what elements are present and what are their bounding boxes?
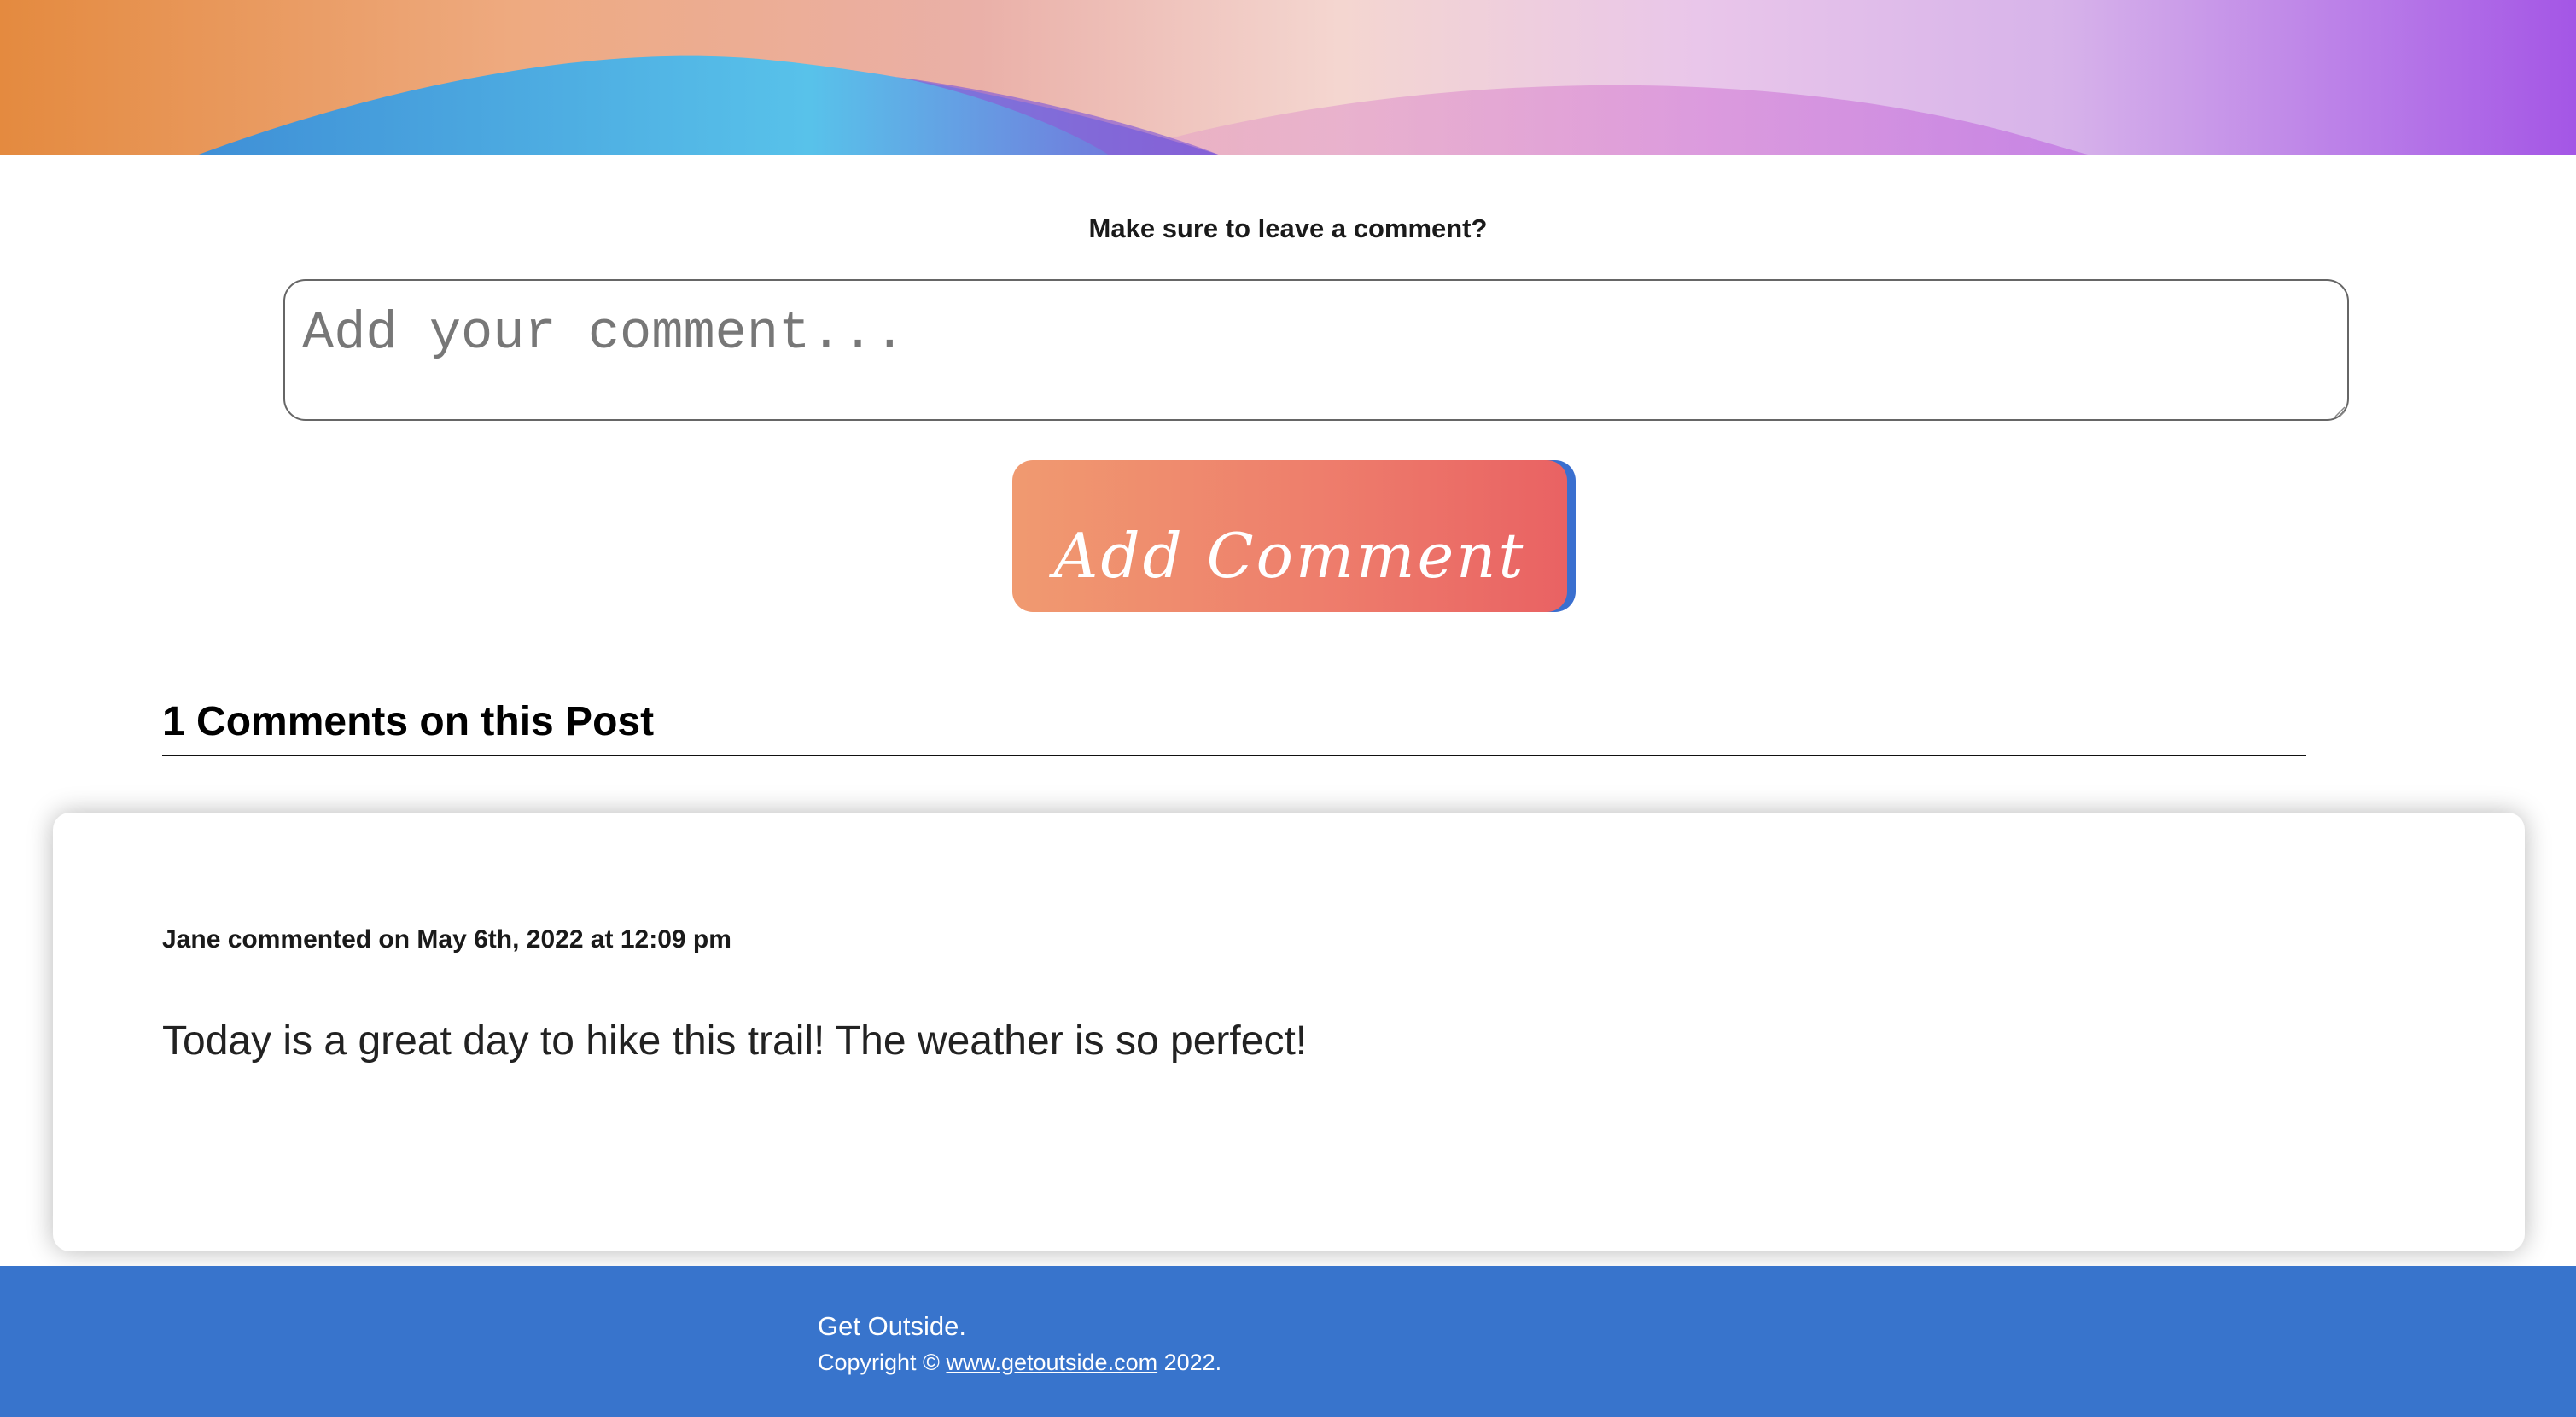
footer-copyright: Copyright © www.getoutside.com 2022. (818, 1350, 1221, 1376)
footer: Get Outside. Copyright © www.getoutside.… (0, 1266, 2576, 1417)
banner-waves (196, 55, 2091, 155)
copyright-prefix: Copyright © (818, 1350, 940, 1375)
comment-meta: Jane commented on May 6th, 2022 at 12:09… (162, 925, 731, 953)
comment-prompt: Make sure to leave a comment? (1088, 213, 1488, 243)
heading-divider (162, 755, 2306, 756)
footer-site-link[interactable]: www.getoutside.com (946, 1350, 1157, 1375)
add-comment-button[interactable]: Add Comment (1012, 460, 1567, 612)
copyright-year: 2022. (1163, 1350, 1222, 1375)
resize-grip-icon[interactable] (2334, 405, 2346, 417)
comment-body: Today is a great day to hike this trail!… (162, 1018, 1308, 1064)
comment-card: Jane commented on May 6th, 2022 at 12:09… (53, 813, 2525, 1251)
footer-brand: Get Outside. (818, 1311, 967, 1341)
page: Make sure to leave a comment? Add Commen… (0, 0, 2576, 1417)
comment-input[interactable] (283, 279, 2349, 421)
comments-heading: 1 Comments on this Post (162, 699, 655, 744)
hero-banner-image (0, 0, 2576, 155)
